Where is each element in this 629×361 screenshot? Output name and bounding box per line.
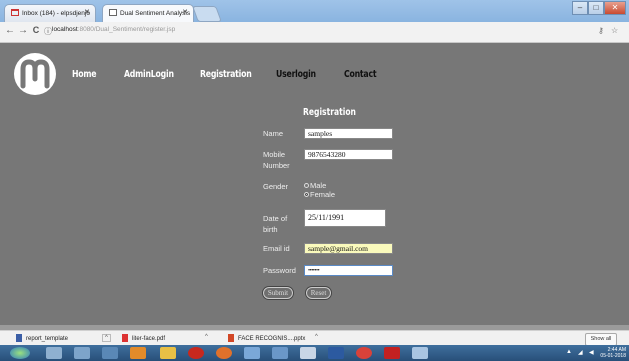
chevron-up-icon[interactable]: ^ bbox=[205, 334, 208, 340]
nav-contact[interactable]: Contact bbox=[344, 69, 377, 80]
site-logo[interactable] bbox=[14, 53, 56, 95]
url-host: localhost bbox=[52, 26, 78, 33]
minimize-button[interactable]: – bbox=[572, 1, 588, 15]
taskbar-app-icon[interactable] bbox=[130, 347, 146, 359]
start-button[interactable] bbox=[10, 347, 30, 359]
reload-button[interactable]: C bbox=[30, 25, 42, 35]
female-label: Female bbox=[310, 190, 336, 199]
taskbar-app-icon[interactable] bbox=[244, 347, 260, 359]
folder-icon[interactable] bbox=[160, 347, 176, 359]
download-item[interactable]: liter-face.pdf bbox=[122, 334, 165, 342]
page-icon bbox=[109, 9, 117, 16]
windows-taskbar: ▲ ◢ ◀ 2:44 AM 05-01-2018 bbox=[0, 345, 629, 361]
tab-dual-sentiment[interactable]: Dual Sentiment Analysis ✕ bbox=[102, 4, 194, 22]
taskbar-app-icon[interactable] bbox=[46, 347, 62, 359]
submit-button[interactable]: Submit bbox=[263, 287, 293, 299]
browser-toolbar: ← → C ⓘ localhost:8080/Dual_Sentiment/re… bbox=[0, 22, 629, 43]
name-field[interactable]: samples bbox=[304, 128, 393, 139]
network-icon[interactable]: ◢ bbox=[578, 349, 583, 356]
close-tab-icon[interactable]: ✕ bbox=[84, 8, 90, 16]
logo-m-icon bbox=[20, 59, 50, 89]
clock-date: 05-01-2018 bbox=[600, 353, 626, 359]
form-title: Registration bbox=[303, 107, 356, 118]
gender-female-radio[interactable]: Female bbox=[304, 190, 335, 200]
download-item[interactable]: report_template bbox=[16, 334, 68, 342]
firefox-icon[interactable] bbox=[216, 347, 232, 359]
chrome-icon[interactable] bbox=[356, 347, 372, 359]
mobile-field[interactable]: 9876543280 bbox=[304, 149, 393, 160]
download-item[interactable]: FACE RECOGNIS....pptx bbox=[228, 334, 305, 342]
download-name: report_template bbox=[26, 336, 69, 342]
close-window-button[interactable]: ✕ bbox=[604, 1, 626, 15]
powerpoint-icon bbox=[228, 334, 234, 342]
notepad-icon[interactable] bbox=[300, 347, 316, 359]
download-name: liter-face.pdf bbox=[132, 336, 166, 342]
pdf-icon bbox=[122, 334, 128, 342]
bookmark-star-icon[interactable]: ☆ bbox=[611, 26, 618, 35]
nav-registration[interactable]: Registration bbox=[200, 69, 252, 80]
nav-userlogin[interactable]: Userlogin bbox=[276, 69, 316, 80]
taskbar-app-icon[interactable] bbox=[412, 347, 428, 359]
tab-gmail[interactable]: Inbox (184) - elpsdjenjo ✕ bbox=[4, 4, 96, 22]
address-bar[interactable]: localhost:8080/Dual_Sentiment/register.j… bbox=[52, 26, 175, 33]
radio-unchecked-icon bbox=[304, 183, 309, 188]
tray-flag-icon[interactable]: ▲ bbox=[566, 349, 572, 355]
close-tab-icon[interactable]: ✕ bbox=[182, 8, 188, 16]
url-path: :8080/Dual_Sentiment/register.jsp bbox=[77, 26, 176, 33]
email-label: Email id bbox=[263, 244, 290, 253]
male-label: Male bbox=[310, 181, 327, 190]
download-name: FACE RECOGNIS....pptx bbox=[238, 336, 306, 342]
dob-field[interactable]: 25/11/1991 bbox=[304, 209, 386, 227]
forward-button[interactable]: → bbox=[17, 25, 29, 36]
name-label: Name bbox=[263, 129, 284, 138]
password-field[interactable]: ••••••• bbox=[304, 265, 393, 276]
key-icon[interactable]: ⚷ bbox=[598, 26, 604, 35]
gmail-icon bbox=[11, 9, 19, 16]
acrobat-icon[interactable] bbox=[384, 347, 400, 359]
download-shelf: report_template ^ liter-face.pdf ^ FACE … bbox=[0, 330, 629, 346]
mobile-label: Mobile Number bbox=[263, 150, 290, 170]
gender-label: Gender bbox=[263, 182, 289, 191]
taskbar-app-icon[interactable] bbox=[272, 347, 288, 359]
tab-label: Dual Sentiment Analysis bbox=[120, 10, 191, 17]
chevron-up-icon[interactable]: ^ bbox=[315, 334, 318, 340]
radio-checked-icon bbox=[304, 192, 309, 197]
document-icon bbox=[16, 334, 22, 342]
dob-label: Date of birth bbox=[263, 214, 288, 234]
taskbar-app-icon[interactable] bbox=[74, 347, 90, 359]
taskbar-clock[interactable]: 2:44 AM 05-01-2018 bbox=[600, 347, 626, 359]
reset-button[interactable]: Reset bbox=[306, 287, 331, 299]
new-tab-button[interactable] bbox=[192, 6, 222, 22]
tab-label: Inbox (184) - elpsdjenjo bbox=[22, 10, 90, 17]
word-icon[interactable] bbox=[328, 347, 344, 359]
web-page: Home AdminLogin Registration Userlogin C… bbox=[0, 43, 629, 325]
volume-icon[interactable]: ◀ bbox=[589, 349, 594, 356]
maximize-button[interactable]: □ bbox=[588, 1, 604, 15]
back-button[interactable]: ← bbox=[4, 25, 16, 36]
taskbar-app-icon[interactable] bbox=[102, 347, 118, 359]
opera-icon[interactable] bbox=[188, 347, 204, 359]
nav-home[interactable]: Home bbox=[72, 69, 97, 80]
email-field[interactable]: sample@gmail.com bbox=[304, 243, 393, 254]
chevron-up-icon[interactable]: ^ bbox=[102, 334, 111, 342]
browser-tab-strip: Inbox (184) - elpsdjenjo ✕ Dual Sentimen… bbox=[0, 0, 629, 22]
nav-adminlogin[interactable]: AdminLogin bbox=[124, 69, 174, 80]
password-label: Password bbox=[263, 266, 296, 275]
